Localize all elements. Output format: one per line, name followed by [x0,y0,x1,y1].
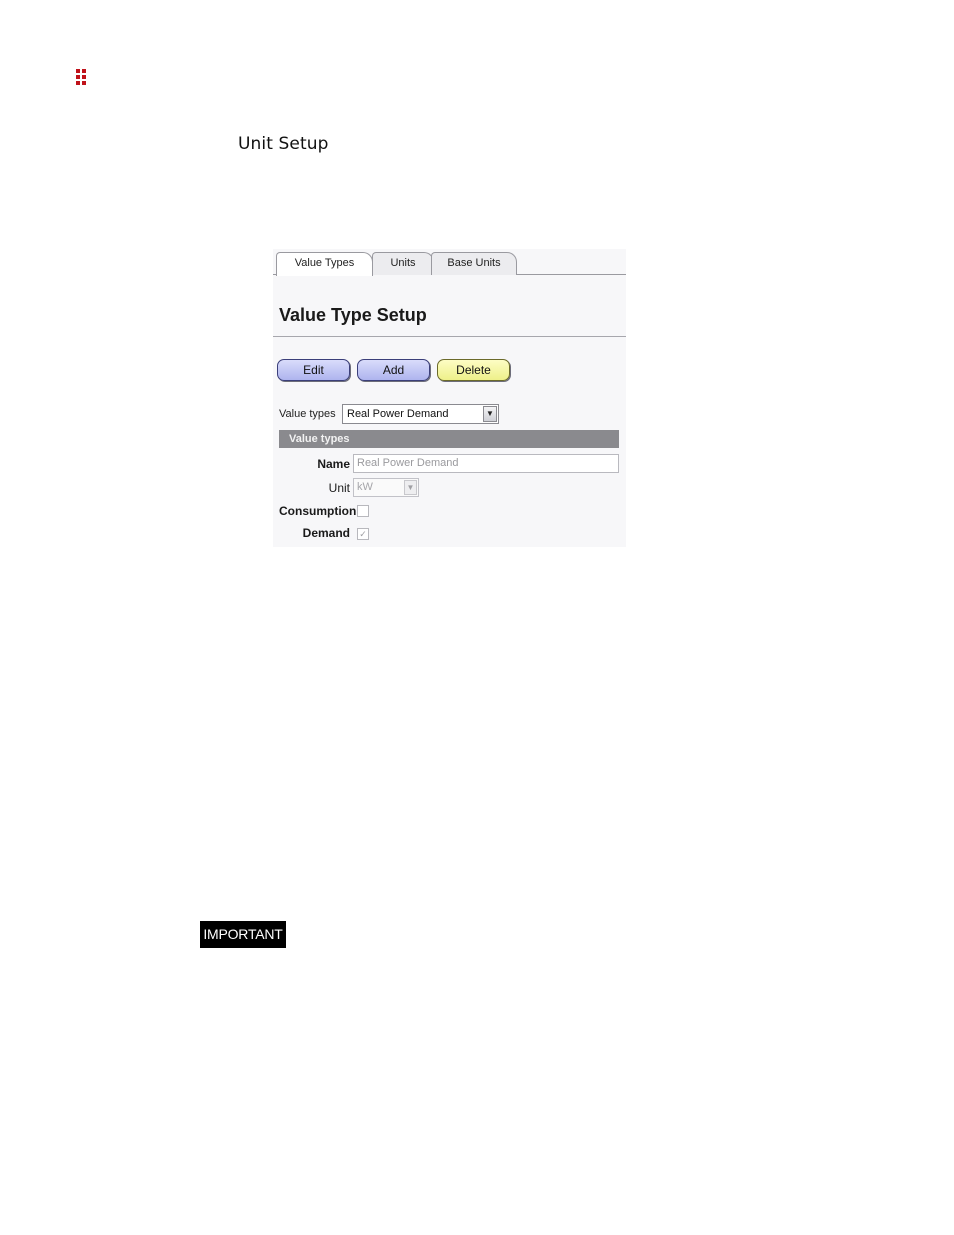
tab-strip: Units Base Units Value Types [273,249,626,276]
page-heading: Unit Setup [238,134,329,154]
tab-units[interactable]: Units [372,252,434,275]
unit-label: Unit [328,481,350,495]
important-badge: IMPORTANT [200,921,286,948]
tab-value-types[interactable]: Value Types [276,252,373,276]
add-button[interactable]: Add [357,359,430,381]
chevron-down-icon[interactable]: ▼ [483,406,497,422]
value-types-select[interactable]: Real Power Demand ▼ [342,404,499,424]
value-types-label: Value types [279,408,336,420]
delete-button[interactable]: Delete [437,359,510,381]
value-types-selected: Real Power Demand [347,408,449,420]
unit-selected: kW [357,481,373,493]
consumption-checkbox[interactable] [357,505,369,517]
group-header: Value types [279,430,619,448]
name-field[interactable]: Real Power Demand [353,454,619,473]
tab-base-units[interactable]: Base Units [431,252,517,275]
checkmark-icon: ✓ [359,529,367,539]
value-type-setup-screenshot: Units Base Units Value Types Value Type … [273,249,626,547]
edit-button[interactable]: Edit [277,359,350,381]
demand-checkbox[interactable]: ✓ [357,528,369,540]
name-label: Name [317,457,350,471]
section-title: Value Type Setup [279,305,427,325]
section-divider [273,336,626,337]
consumption-label: Consumption [279,504,357,518]
chevron-down-icon[interactable]: ▼ [404,480,417,495]
logo-icon [76,69,90,85]
demand-label: Demand [302,526,350,540]
unit-select[interactable]: kW ▼ [353,478,419,497]
